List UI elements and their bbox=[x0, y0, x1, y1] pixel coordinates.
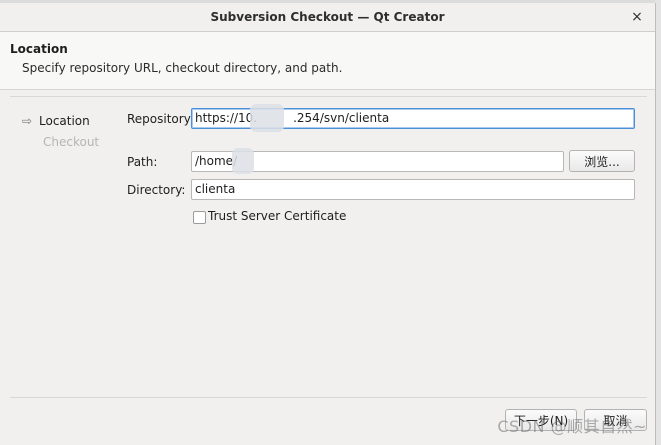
step-location: ⇨ Location bbox=[22, 114, 90, 128]
window-title: Subversion Checkout — Qt Creator bbox=[210, 10, 445, 24]
step-checkout: Checkout bbox=[43, 135, 99, 149]
step-checkout-label: Checkout bbox=[43, 135, 100, 149]
close-icon[interactable]: × bbox=[629, 9, 645, 25]
trust-cert-label[interactable]: Trust Server Certificate bbox=[208, 209, 346, 223]
redaction-blur bbox=[250, 104, 284, 132]
browse-button[interactable]: 浏览... bbox=[569, 150, 635, 172]
directory-input[interactable]: clienta bbox=[191, 179, 635, 200]
watermark: CSDN @顺其自然~ bbox=[497, 417, 647, 436]
trust-cert-checkbox[interactable] bbox=[193, 211, 206, 224]
checkout-dialog: Subversion Checkout — Qt Creator × Locat… bbox=[0, 3, 656, 445]
content-frame bbox=[10, 96, 647, 398]
step-location-label: Location bbox=[39, 114, 90, 128]
page-title: Location bbox=[10, 42, 68, 56]
path-label: Path: bbox=[127, 155, 158, 169]
directory-label: Directory: bbox=[127, 183, 186, 197]
page-subtitle: Specify repository URL, checkout directo… bbox=[22, 61, 343, 75]
redaction-blur bbox=[232, 148, 254, 174]
title-bar[interactable]: Subversion Checkout — Qt Creator × bbox=[0, 3, 655, 32]
repository-label: Repository: bbox=[127, 112, 194, 126]
arrow-right-icon: ⇨ bbox=[22, 114, 33, 128]
wizard-header: Location Specify repository URL, checkou… bbox=[0, 32, 655, 90]
